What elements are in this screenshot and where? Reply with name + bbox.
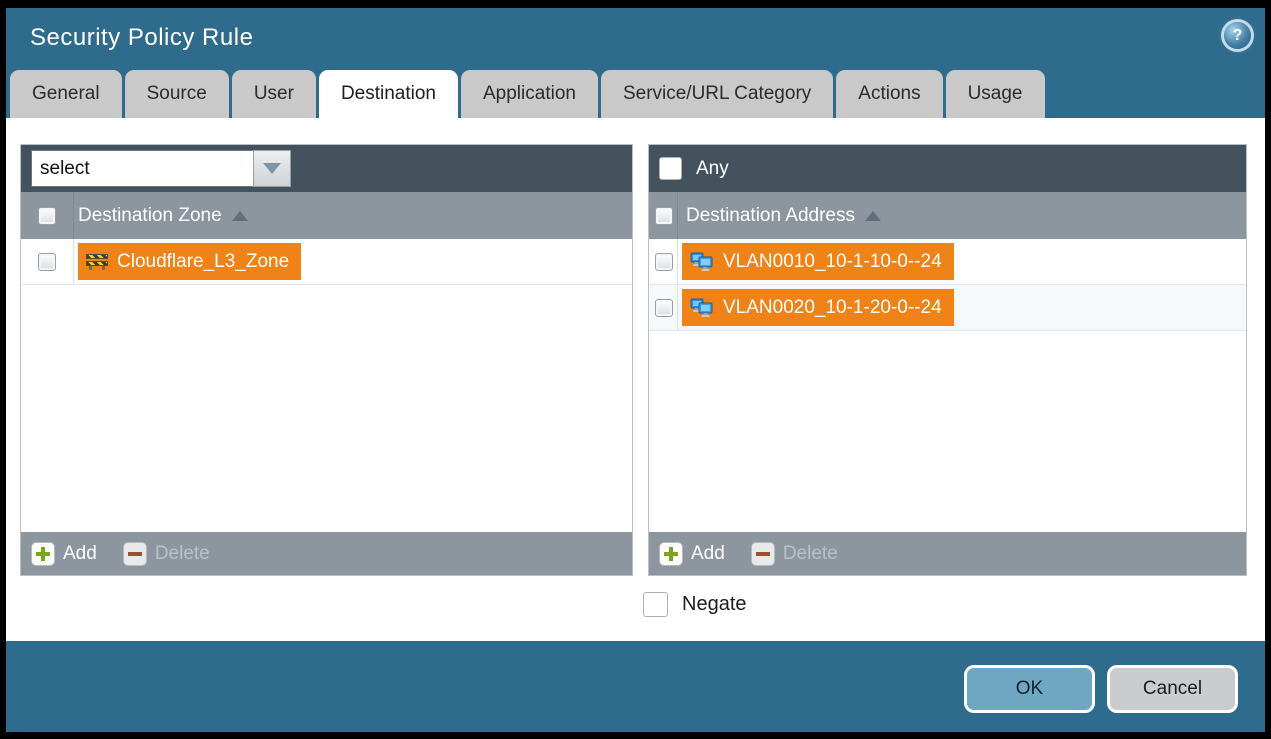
- tab-destination[interactable]: Destination: [319, 70, 458, 118]
- zone-select-input[interactable]: [31, 150, 253, 187]
- zone-select-trigger[interactable]: [253, 150, 291, 187]
- negate-checkbox[interactable]: [643, 592, 668, 617]
- address-column-header[interactable]: Destination Address: [649, 192, 1246, 239]
- plus-icon: [31, 542, 55, 566]
- plus-icon: [659, 542, 683, 566]
- chevron-down-icon: [263, 163, 281, 174]
- address-delete-label: Delete: [783, 543, 838, 565]
- tab-source[interactable]: Source: [125, 70, 229, 118]
- cancel-button[interactable]: Cancel: [1107, 665, 1238, 713]
- row-checkbox-cell: [21, 239, 74, 284]
- row-checkbox[interactable]: [655, 299, 673, 317]
- address-list: VLAN0010_10-1-10-0--24: [649, 239, 1246, 534]
- security-policy-rule-dialog: Security Policy Rule ? General Source Us…: [0, 0, 1271, 739]
- zone-select-combo: [31, 150, 291, 187]
- zone-header-checkbox-cell: [21, 192, 74, 239]
- negate-label: Negate: [682, 593, 747, 616]
- address-header-checkbox-cell: [649, 192, 678, 239]
- zone-delete-button[interactable]: Delete: [123, 542, 210, 566]
- row-checkbox-cell: [649, 285, 678, 330]
- table-row[interactable]: Cloudflare_L3_Zone: [21, 239, 632, 285]
- destination-address-panel: Any Destination Address: [648, 144, 1247, 576]
- row-checkbox[interactable]: [38, 253, 56, 271]
- sort-ascending-icon: [232, 211, 248, 221]
- tab-content-destination: Destination Zone Cloudflare_: [6, 118, 1265, 649]
- row-checkbox[interactable]: [655, 253, 673, 271]
- zone-select-all-checkbox[interactable]: [38, 207, 56, 225]
- zone-icon: [86, 253, 108, 270]
- zone-list: Cloudflare_L3_Zone: [21, 239, 632, 534]
- minus-icon: [123, 542, 147, 566]
- zone-panel-header: [21, 145, 632, 192]
- dialog-frame: Security Policy Rule ? General Source Us…: [6, 8, 1265, 732]
- titlebar: Security Policy Rule ?: [6, 8, 1265, 70]
- tab-service-url-category[interactable]: Service/URL Category: [601, 70, 833, 118]
- address-panel-header: Any: [649, 145, 1246, 192]
- zone-column-label: Destination Zone: [78, 205, 222, 227]
- address-column-label: Destination Address: [686, 205, 855, 227]
- tab-user[interactable]: User: [232, 70, 316, 118]
- tab-general[interactable]: General: [10, 70, 122, 118]
- minus-icon: [751, 542, 775, 566]
- zone-entry-label: Cloudflare_L3_Zone: [117, 251, 289, 273]
- address-panel-footer: Add Delete: [649, 532, 1246, 575]
- tab-actions[interactable]: Actions: [836, 70, 942, 118]
- address-entry-label: VLAN0020_10-1-20-0--24: [723, 297, 942, 319]
- any-label: Any: [696, 158, 729, 180]
- address-add-button[interactable]: Add: [659, 542, 725, 566]
- address-select-all-checkbox[interactable]: [655, 207, 673, 225]
- zone-entry-chip[interactable]: Cloudflare_L3_Zone: [78, 243, 301, 280]
- address-entry-label: VLAN0010_10-1-10-0--24: [723, 251, 942, 273]
- zone-delete-label: Delete: [155, 543, 210, 565]
- address-entry-chip[interactable]: VLAN0010_10-1-10-0--24: [682, 243, 954, 280]
- zone-panel-footer: Add Delete: [21, 532, 632, 575]
- tab-usage[interactable]: Usage: [946, 70, 1045, 118]
- tab-application[interactable]: Application: [461, 70, 598, 118]
- ok-button[interactable]: OK: [964, 665, 1095, 713]
- negate-row: Negate: [643, 592, 747, 617]
- address-add-label: Add: [691, 543, 725, 565]
- sort-ascending-icon: [865, 211, 881, 221]
- zone-add-button[interactable]: Add: [31, 542, 97, 566]
- dialog-title: Security Policy Rule: [30, 24, 253, 52]
- zone-add-label: Add: [63, 543, 97, 565]
- table-row[interactable]: VLAN0010_10-1-10-0--24: [649, 239, 1246, 285]
- zone-column-header[interactable]: Destination Zone: [21, 192, 632, 239]
- tab-bar: General Source User Destination Applicat…: [6, 70, 1265, 118]
- network-icon: [690, 298, 714, 317]
- any-checkbox[interactable]: [659, 157, 682, 180]
- row-checkbox-cell: [649, 239, 678, 284]
- help-icon[interactable]: ?: [1224, 22, 1251, 49]
- address-entry-chip[interactable]: VLAN0020_10-1-20-0--24: [682, 289, 954, 326]
- destination-zone-panel: Destination Zone Cloudflare_: [20, 144, 633, 576]
- table-row[interactable]: VLAN0020_10-1-20-0--24: [649, 285, 1246, 331]
- address-delete-button[interactable]: Delete: [751, 542, 838, 566]
- dialog-footer: OK Cancel: [6, 641, 1265, 732]
- network-icon: [690, 252, 714, 271]
